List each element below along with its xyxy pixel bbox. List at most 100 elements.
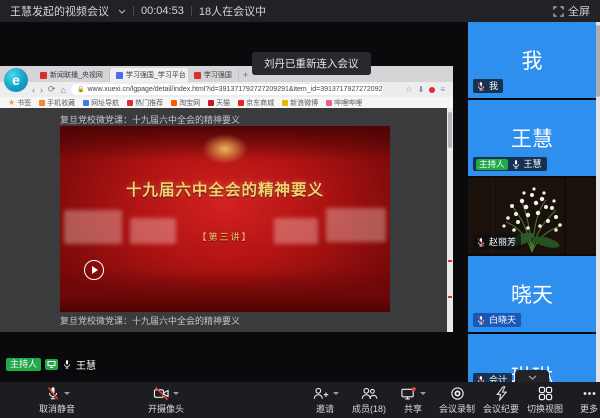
tab-title: 学习强国	[204, 70, 232, 80]
video-player[interactable]: 十九届六中全会的精神要义 【第三讲】	[60, 126, 390, 312]
tab-title: 新闻联播_央视网	[50, 70, 103, 80]
favicon	[208, 100, 214, 106]
reconnect-toast: 刘丹已重新连入会议	[252, 52, 371, 75]
bookmark-label: 网址导航	[91, 98, 119, 108]
address-bar[interactable]: 🔒 www.xuexi.cn/lgpage/detail/index.html?…	[71, 84, 383, 95]
participant-tile-host[interactable]: 王慧 主持人 王慧	[468, 100, 596, 176]
unmute-button[interactable]: 取消静音	[35, 385, 79, 415]
mic-muted-icon	[476, 315, 486, 326]
lock-icon: 🔒	[77, 86, 84, 93]
button-label: 切换视图	[527, 402, 563, 415]
fullscreen-icon	[553, 6, 564, 17]
favicon	[238, 100, 244, 106]
bookmark-item[interactable]: 网址导航	[83, 98, 119, 108]
browser-tab[interactable]: 学习强国	[188, 68, 239, 82]
camera-on-button[interactable]: 开摄像头	[141, 385, 191, 415]
bookmark-label: 手机收藏	[47, 98, 75, 108]
favicon	[127, 100, 133, 106]
tab-title: 学习强国_学习平台	[126, 70, 186, 80]
button-label: 共享	[404, 402, 422, 415]
browser-tab[interactable]: 新闻联播_央视网	[34, 68, 110, 82]
bookmark-item[interactable]: 京东商城	[238, 98, 274, 108]
bookmark-label: 书签	[17, 98, 31, 108]
button-label: 会议录制	[439, 402, 475, 415]
participant-tile-video[interactable]: 赵丽芳	[468, 178, 596, 254]
bookmark-item[interactable]: 淘宝网	[171, 98, 200, 108]
chevron-down-icon[interactable]	[118, 9, 126, 14]
switch-view-button[interactable]: 切换视图	[523, 385, 567, 415]
sidebar-scrollbar[interactable]	[596, 22, 600, 382]
favicon	[171, 100, 177, 106]
video-title: 十九届六中全会的精神要义	[60, 178, 390, 200]
bookmark-item[interactable]: 手机收藏	[39, 98, 75, 108]
bookmarks-root[interactable]: ★ 书签	[8, 98, 31, 108]
meeting-title[interactable]: 王慧发起的视频会议	[10, 3, 109, 19]
extension-icon[interactable]	[429, 87, 435, 93]
participant-badge-name: 我	[489, 80, 498, 92]
members-button[interactable]: 成员(18)	[347, 385, 391, 415]
caret-down-icon[interactable]	[64, 392, 70, 395]
forward-icon[interactable]: ›	[40, 85, 43, 95]
bookmark-item[interactable]: 热门推荐	[127, 98, 163, 108]
meeting-window: 王慧发起的视频会议 00:04:53 18人在会议中 全屏 刘丹已重新连入会议 …	[0, 0, 600, 418]
caret-down-icon[interactable]	[173, 392, 179, 395]
grid-layout-icon	[538, 386, 553, 401]
browser-tab-active[interactable]: 学习强国_学习平台	[110, 68, 188, 82]
menu-icon[interactable]: ≡	[440, 85, 445, 94]
browser-logo: e	[4, 68, 28, 92]
bookmark-label: 天猫	[216, 98, 230, 108]
bookmark-item[interactable]: 天猫	[208, 98, 230, 108]
bookmark-item[interactable]: 哔哩哔哩	[326, 98, 362, 108]
favicon	[39, 100, 45, 106]
favicon	[116, 72, 123, 79]
more-dots-icon	[582, 386, 597, 401]
refresh-icon[interactable]: ⟳	[48, 84, 56, 95]
button-label: 取消静音	[39, 402, 75, 415]
scrollbar-thumb[interactable]	[596, 25, 600, 97]
top-bar: 王慧发起的视频会议 00:04:53 18人在会议中 全屏	[0, 0, 600, 22]
participant-badge-name: 赵丽芳	[489, 236, 516, 248]
scrollbar-thumb[interactable]	[448, 112, 452, 148]
fullscreen-button[interactable]: 全屏	[553, 3, 590, 19]
browser-nav-bar: ‹ › ⟳ ⌂ 🔒 www.xuexi.cn/lgpage/detail/ind…	[0, 82, 453, 97]
nav-extras: ☆ ⬇ ≡	[405, 85, 445, 94]
play-button[interactable]	[84, 260, 104, 280]
screen-share-icon	[45, 359, 58, 370]
host-badge: 主持人	[476, 159, 508, 170]
invite-button[interactable]: 邀请	[303, 385, 347, 415]
bookmark-label: 淘宝网	[179, 98, 200, 108]
mic-muted-icon	[476, 81, 486, 92]
home-icon[interactable]: ⌂	[61, 85, 66, 95]
meeting-toolbar: 取消静音 开摄像头 邀请	[0, 382, 600, 418]
browser-tab-strip: 新闻联播_央视网 学习强国_学习平台 学习强国 +	[0, 66, 453, 82]
caret-down-icon[interactable]	[333, 392, 339, 395]
more-button[interactable]: 更多	[567, 385, 600, 415]
share-screen-button[interactable]: 共享	[391, 385, 435, 415]
download-icon[interactable]: ⬇	[418, 85, 425, 94]
favicon	[194, 72, 201, 79]
participant-display-name: 我	[522, 45, 543, 75]
new-tab-button[interactable]: +	[243, 68, 248, 82]
bookmark-label: 京东商城	[246, 98, 274, 108]
mic-on-icon	[62, 359, 72, 370]
back-icon[interactable]: ‹	[32, 85, 35, 95]
participant-tile[interactable]: 晓天 白晓天	[468, 256, 596, 332]
caret-down-icon[interactable]	[420, 392, 426, 395]
participant-tile-me[interactable]: 我 我	[468, 22, 596, 98]
bookmark-item[interactable]: 新浪微博	[282, 98, 318, 108]
participant-badge-name: 王慧	[524, 158, 542, 170]
page-scrollbar[interactable]	[447, 108, 453, 332]
meeting-duration: 00:04:53	[141, 5, 184, 17]
presenter-name: 王慧	[76, 357, 96, 372]
button-label: 更多	[580, 402, 598, 415]
gold-emblem-glow	[202, 134, 248, 164]
button-label: 开摄像头	[148, 402, 184, 415]
record-button[interactable]: 会议录制	[435, 385, 479, 415]
meeting-minutes-button[interactable]: 会议纪要	[479, 385, 523, 415]
presenter-overlay: 主持人 王慧	[6, 357, 96, 372]
stage-floor	[60, 270, 390, 312]
button-label: 成员(18)	[352, 402, 386, 415]
participant-badge: 我	[473, 79, 503, 93]
video-subtitle: 【第三讲】	[60, 230, 390, 243]
bookmark-star-icon[interactable]: ☆	[405, 85, 412, 94]
